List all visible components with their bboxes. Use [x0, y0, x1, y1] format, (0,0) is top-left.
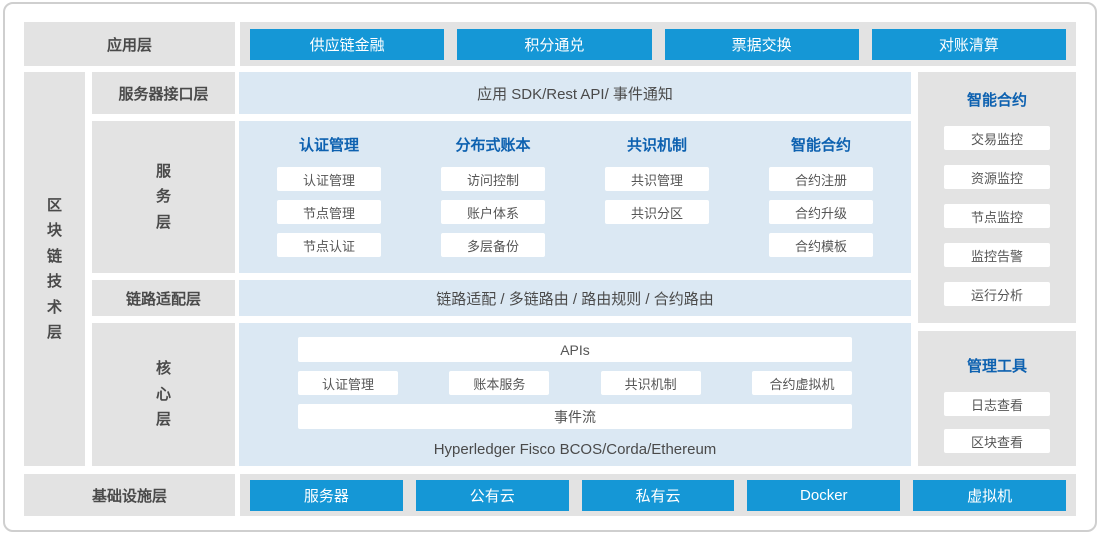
- management-tools-panel: 管理工具 日志查看 区块查看: [918, 331, 1076, 466]
- infrastructure-layer-strip: 服务器 公有云 私有云 Docker 虚拟机: [240, 474, 1076, 516]
- infrastructure-layer-row: 基础设施层 服务器 公有云 私有云 Docker 虚拟机: [24, 474, 1076, 516]
- right-panel-column: 智能合约 交易监控 资源监控 节点监控 监控告警 运行分析 管理工具 日志查看 …: [918, 72, 1076, 466]
- service-column-contract: 智能合约 合约注册 合约升级 合约模板: [739, 134, 903, 273]
- application-layer-label: 应用层: [24, 22, 235, 66]
- service-item: 合约注册: [769, 167, 873, 191]
- platforms-text: Hyperledger Fisco BCOS/Corda/Ethereum: [298, 441, 852, 458]
- monitor-panel-header: 智能合约: [967, 89, 1027, 110]
- diagram-frame: 应用层 供应链金融 积分通兑 票据交换 对账清算 区块链技术层 服务器接口层 服…: [3, 2, 1097, 532]
- core-module: 账本服务: [449, 371, 549, 395]
- service-item: 合约升级: [769, 200, 873, 224]
- link-layer-label: 链路适配层: [92, 280, 235, 316]
- infra-button-public-cloud: 公有云: [416, 480, 569, 511]
- service-column-ledger: 分布式账本 访问控制 账户体系 多层备份: [411, 134, 575, 273]
- service-layer-label: 服务层: [155, 159, 172, 236]
- layer-label-column: 服务器接口层 服务层 链路适配层 核心层: [92, 72, 235, 466]
- infra-button-vm: 虚拟机: [913, 480, 1066, 511]
- interface-layer-content: 应用 SDK/Rest API/ 事件通知: [239, 72, 911, 114]
- service-column-header: 共识机制: [627, 134, 687, 155]
- core-modules-row: 认证管理 账本服务 共识机制 合约虚拟机: [298, 371, 852, 395]
- service-item: 访问控制: [441, 167, 545, 191]
- app-button-supply-chain-finance: 供应链金融: [250, 29, 444, 60]
- app-button-bill-exchange: 票据交换: [665, 29, 859, 60]
- infra-button-server: 服务器: [250, 480, 403, 511]
- core-layer-label: 核心层: [155, 356, 172, 433]
- blockchain-tech-layer-row: 区块链技术层 服务器接口层 服务层 链路适配层 核心层 应用 SDK/Rest …: [24, 72, 1076, 466]
- service-item: 节点认证: [277, 233, 381, 257]
- app-button-points-exchange: 积分通兑: [457, 29, 651, 60]
- service-column-auth: 认证管理 认证管理 节点管理 节点认证: [247, 134, 411, 273]
- service-layer-label-box: 服务层: [92, 121, 235, 273]
- service-layer-panel: 认证管理 认证管理 节点管理 节点认证 分布式账本 访问控制 账户体系 多层备份…: [239, 121, 911, 273]
- core-module: 认证管理: [298, 371, 398, 395]
- tools-item: 日志查看: [944, 392, 1050, 416]
- core-module: 合约虚拟机: [752, 371, 852, 395]
- infrastructure-layer-label: 基础设施层: [24, 474, 235, 516]
- monitor-item: 监控告警: [944, 243, 1050, 267]
- event-stream-bar: 事件流: [298, 404, 852, 429]
- tools-item: 区块查看: [944, 429, 1050, 453]
- application-layer-strip: 供应链金融 积分通兑 票据交换 对账清算: [240, 22, 1076, 66]
- infra-button-docker: Docker: [747, 480, 900, 511]
- service-item: 多层备份: [441, 233, 545, 257]
- service-item: 共识管理: [605, 167, 709, 191]
- interface-layer-label: 服务器接口层: [92, 72, 235, 114]
- service-item: 节点管理: [277, 200, 381, 224]
- application-layer-row: 应用层 供应链金融 积分通兑 票据交换 对账清算: [24, 22, 1076, 66]
- service-column-header: 认证管理: [299, 134, 359, 155]
- tools-panel-header: 管理工具: [967, 355, 1027, 376]
- core-layer-panel: APIs 认证管理 账本服务 共识机制 合约虚拟机 事件流 Hyperledge…: [239, 323, 911, 466]
- service-item: 账户体系: [441, 200, 545, 224]
- app-button-reconciliation-clearing: 对账清算: [872, 29, 1066, 60]
- core-layer-label-box: 核心层: [92, 323, 235, 466]
- layer-content-column: 应用 SDK/Rest API/ 事件通知 认证管理 认证管理 节点管理 节点认…: [239, 72, 911, 466]
- monitor-item: 交易监控: [944, 126, 1050, 150]
- service-item: 共识分区: [605, 200, 709, 224]
- service-column-consensus: 共识机制 共识管理 共识分区: [575, 134, 739, 273]
- smart-contract-monitor-panel: 智能合约 交易监控 资源监控 节点监控 监控告警 运行分析: [918, 72, 1076, 323]
- infra-button-private-cloud: 私有云: [582, 480, 735, 511]
- core-module: 共识机制: [601, 371, 701, 395]
- monitor-item: 资源监控: [944, 165, 1050, 189]
- blockchain-tech-layer-label: 区块链技术层: [46, 193, 63, 346]
- service-item: 合约模板: [769, 233, 873, 257]
- monitor-item: 节点监控: [944, 204, 1050, 228]
- blockchain-tech-layer-label-box: 区块链技术层: [24, 72, 85, 466]
- link-layer-content: 链路适配 / 多链路由 / 路由规则 / 合约路由: [239, 280, 911, 316]
- monitor-item: 运行分析: [944, 282, 1050, 306]
- service-column-header: 智能合约: [791, 134, 851, 155]
- apis-bar: APIs: [298, 337, 852, 362]
- service-column-header: 分布式账本: [455, 134, 530, 155]
- service-item: 认证管理: [277, 167, 381, 191]
